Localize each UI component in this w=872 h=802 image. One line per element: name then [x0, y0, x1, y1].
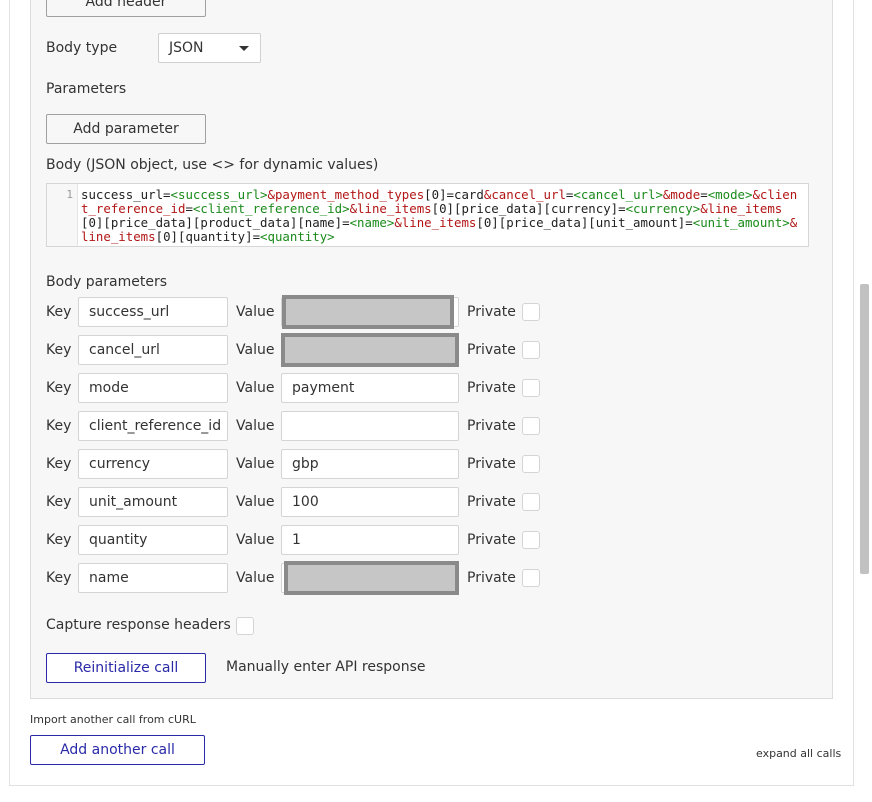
redacted-value-overlay [284, 561, 459, 595]
code-token: success_url= [81, 187, 171, 202]
private-label: Private [467, 570, 516, 586]
body-code-editor[interactable]: 1 success_url=<success_url>&payment_meth… [46, 183, 809, 247]
key-input[interactable]: quantity [78, 525, 228, 555]
private-checkbox[interactable] [522, 493, 540, 511]
code-token: <mode> [707, 187, 753, 202]
body-parameter-row: Key quantity Value 1 Private [0, 525, 872, 555]
import-curl-link[interactable]: Import another call from cURL [30, 713, 196, 726]
value-label: Value [236, 456, 275, 472]
capture-response-headers-label: Capture response headers [46, 617, 231, 633]
private-label: Private [467, 304, 516, 320]
code-token: = [185, 201, 193, 216]
key-label: Key [46, 456, 72, 472]
code-token: &payment_method_types [267, 187, 425, 202]
code-token: [0][quantity]= [155, 229, 261, 244]
private-label: Private [467, 494, 516, 510]
private-checkbox[interactable] [522, 569, 540, 587]
code-token: <client_reference_id> [192, 201, 350, 216]
chevron-down-icon [239, 46, 249, 51]
key-input[interactable]: client_reference_id [78, 411, 228, 441]
body-code-text[interactable]: success_url=<success_url>&payment_method… [81, 188, 803, 244]
add-another-call-button[interactable]: Add another call [30, 735, 205, 765]
value-input[interactable]: gbp [281, 449, 459, 479]
private-checkbox[interactable] [522, 455, 540, 473]
code-token: &line_items [700, 201, 783, 216]
code-token: [0]=card [424, 187, 484, 202]
value-label: Value [236, 380, 275, 396]
private-label: Private [467, 532, 516, 548]
expand-all-calls-link[interactable]: expand all calls [756, 747, 841, 760]
body-parameter-row: Key client_reference_id Value Private [0, 411, 872, 441]
redacted-value-overlay [282, 295, 454, 329]
key-label: Key [46, 494, 72, 510]
add-parameter-button[interactable]: Add parameter [46, 114, 206, 144]
code-gutter: 1 [47, 184, 78, 246]
code-token: = [700, 187, 708, 202]
key-label: Key [46, 380, 72, 396]
body-parameters-label: Body parameters [46, 274, 167, 290]
key-input[interactable]: unit_amount [78, 487, 228, 517]
value-input[interactable]: 100 [281, 487, 459, 517]
code-token: [0][price_data][unit_amount]= [476, 215, 693, 230]
private-label: Private [467, 380, 516, 396]
private-checkbox[interactable] [522, 417, 540, 435]
redacted-value-overlay [281, 333, 459, 367]
private-checkbox[interactable] [522, 531, 540, 549]
parameters-label: Parameters [46, 81, 127, 97]
body-label: Body (JSON object, use <> for dynamic va… [46, 157, 379, 173]
body-type-label: Body type [46, 40, 118, 56]
key-label: Key [46, 342, 72, 358]
private-checkbox[interactable] [522, 303, 540, 321]
private-label: Private [467, 418, 516, 434]
code-token: <success_url> [170, 187, 268, 202]
key-input[interactable]: success_url [78, 297, 228, 327]
key-input[interactable]: name [78, 563, 228, 593]
manually-enter-api-response-link[interactable]: Manually enter API response [226, 659, 425, 675]
reinitialize-call-button[interactable]: Reinitialize call [46, 653, 206, 683]
value-label: Value [236, 494, 275, 510]
code-token: [0][price_data][currency]= [431, 201, 626, 216]
key-label: Key [46, 570, 72, 586]
body-parameter-row: Key mode Value payment Private [0, 373, 872, 403]
value-label: Value [236, 532, 275, 548]
body-parameter-row: Key currency Value gbp Private [0, 449, 872, 479]
capture-response-headers-checkbox[interactable] [236, 617, 254, 635]
body-parameter-row: Key name Value Private [0, 561, 872, 595]
key-label: Key [46, 304, 72, 320]
body-parameter-row: Key success_url Value Private [0, 295, 872, 329]
key-label: Key [46, 532, 72, 548]
code-token: <cancel_url> [573, 187, 663, 202]
code-token: &line_items [349, 201, 432, 216]
code-token: [0][price_data][product_data][name]= [81, 215, 350, 230]
value-label: Value [236, 304, 275, 320]
code-token: &mode [662, 187, 701, 202]
private-checkbox[interactable] [522, 341, 540, 359]
code-token: &line_items [394, 215, 477, 230]
value-input[interactable] [281, 411, 459, 441]
key-input[interactable]: currency [78, 449, 228, 479]
key-input[interactable]: mode [78, 373, 228, 403]
value-label: Value [236, 570, 275, 586]
key-input[interactable]: cancel_url [78, 335, 228, 365]
private-checkbox[interactable] [522, 379, 540, 397]
body-type-value: JSON [169, 40, 204, 56]
add-header-button[interactable]: Add header [46, 0, 206, 17]
line-number: 1 [66, 188, 73, 201]
private-label: Private [467, 456, 516, 472]
body-parameter-row: Key cancel_url Value Private [0, 333, 872, 367]
body-parameter-row: Key unit_amount Value 100 Private [0, 487, 872, 517]
code-token: <unit_amount> [692, 215, 790, 230]
body-type-select[interactable]: JSON [158, 33, 261, 63]
private-label: Private [467, 342, 516, 358]
code-token: <currency> [625, 201, 701, 216]
code-token: <name> [349, 215, 395, 230]
value-label: Value [236, 342, 275, 358]
key-label: Key [46, 418, 72, 434]
value-input[interactable]: payment [281, 373, 459, 403]
code-token: &cancel_url [483, 187, 566, 202]
value-input[interactable]: 1 [281, 525, 459, 555]
code-token: <quantity> [260, 229, 335, 244]
value-label: Value [236, 418, 275, 434]
